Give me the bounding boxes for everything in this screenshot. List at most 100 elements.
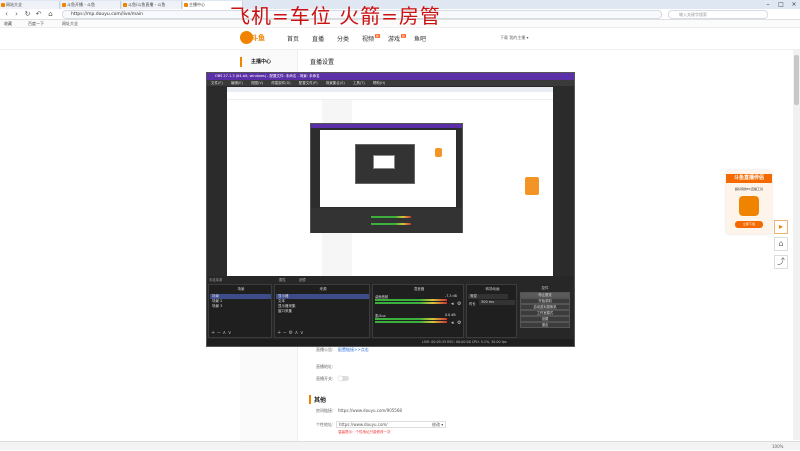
play-icon[interactable]: ▸ xyxy=(774,220,788,234)
room-url[interactable]: https://www.douyu.com/905568 xyxy=(338,408,402,413)
start-recording-button[interactable]: 开始录制 xyxy=(520,298,570,304)
source-item[interactable]: 文本 xyxy=(276,299,369,304)
speaker-icon[interactable]: ◂ xyxy=(451,301,454,307)
source-label: 窗口采集 xyxy=(278,309,292,313)
nested-promo-thumb xyxy=(435,148,442,157)
live-toggle[interactable] xyxy=(338,376,349,381)
page-scrollbar[interactable] xyxy=(793,50,800,440)
douyu-favicon-icon xyxy=(123,3,127,7)
tab-label: 主播中心 xyxy=(189,2,205,7)
nested-docks xyxy=(311,208,462,233)
scene-item[interactable]: 场景 xyxy=(210,294,271,299)
browser-tab[interactable]: 斗鱼/斗鱼直播 - 斗鱼 xyxy=(122,1,182,9)
undo-icon[interactable]: ↶ xyxy=(34,10,43,19)
scene-toolbar[interactable]: + − ∧ ∨ xyxy=(211,330,231,336)
filters-button[interactable]: 滤镜 xyxy=(299,277,306,282)
source-item[interactable]: 显示器采集 xyxy=(276,304,369,309)
obs-menu-item[interactable]: 停靠部件(D) xyxy=(271,81,290,85)
scene-item[interactable]: 场景 2 xyxy=(210,299,271,304)
nested-title-bar xyxy=(311,124,462,128)
sidebar-item-anchor-center[interactable]: 主播中心 xyxy=(240,57,298,67)
settings-button[interactable]: 设置 xyxy=(520,316,570,322)
bookmark-item[interactable]: 百度一下 xyxy=(28,20,44,28)
scroll-thumb[interactable] xyxy=(794,55,799,105)
source-label: 显示器 xyxy=(278,294,289,298)
home-icon[interactable]: ⌂ xyxy=(46,10,55,19)
nested-nested-window xyxy=(355,144,415,184)
transition-select[interactable]: 渐变 xyxy=(468,294,508,299)
gear-icon[interactable]: ⚙ xyxy=(457,320,461,326)
nav-label: 分类 xyxy=(337,36,350,43)
share-icon[interactable]: ⤴ xyxy=(774,255,788,269)
nav-game[interactable]: 游戏热 xyxy=(388,34,407,43)
duration-input[interactable]: 300 ms xyxy=(479,300,515,305)
obs-menu-item[interactable]: 视图(V) xyxy=(251,81,263,85)
forward-icon[interactable]: › xyxy=(12,10,21,19)
promo-card[interactable]: 斗鱼直播伴侣 超好用的PC直播工具 立即下载 xyxy=(726,170,772,234)
browser-status-bar: 100% xyxy=(0,441,800,450)
obs-menu-item[interactable]: 配置文件(P) xyxy=(299,81,318,85)
section-title: 其他 xyxy=(309,395,326,404)
douyu-favicon-icon xyxy=(184,3,188,7)
source-item[interactable]: 显示器 xyxy=(276,294,369,299)
obs-docks: 未选择源 属性 滤镜 场景 场景 场景 2 场景 3 + − ∧ ∨ 来源 显示… xyxy=(207,276,574,346)
form-label: 直播开关: xyxy=(316,376,334,381)
custom-address-input[interactable]: https://www.douyu.com/ xyxy=(336,421,446,428)
back-icon[interactable]: ‹ xyxy=(2,10,11,19)
obs-menu-item[interactable]: 帮助(H) xyxy=(373,81,385,85)
properties-button[interactable]: 属性 xyxy=(279,277,286,282)
user-menu[interactable]: 下载 我的主播 ▾ xyxy=(500,35,529,41)
audio-meter xyxy=(375,299,447,301)
sources-dock: 来源 显示器 文本 显示器采集 窗口采集 + − ⚙ ∧ ∨ xyxy=(274,284,370,338)
browser-tab[interactable]: 斗鱼开播 - 斗鱼 xyxy=(61,1,121,9)
stop-streaming-button[interactable]: 停止推流 xyxy=(520,292,570,298)
form-label: 个性地址: xyxy=(316,422,334,427)
obs-menu-item[interactable]: 编辑(E) xyxy=(231,81,243,85)
maximize-icon[interactable]: □ xyxy=(775,0,787,9)
home-icon[interactable]: ⌂ xyxy=(774,237,788,251)
dock-title: 控件 xyxy=(541,286,549,290)
source-toolbar[interactable]: + − ⚙ ∧ ∨ xyxy=(277,330,304,336)
bookmark-item[interactable]: 网址大全 xyxy=(62,20,78,28)
obs-menu-item[interactable]: 场景集合(S) xyxy=(326,81,345,85)
studio-mode-button[interactable]: 工作室模式 xyxy=(520,310,570,316)
nav-fishbar[interactable]: 鱼吧 xyxy=(414,34,426,43)
obs-menu-item[interactable]: 工具(T) xyxy=(353,81,365,85)
browser-search-input[interactable]: 输入关键字搜索 xyxy=(668,10,768,19)
promo-title: 斗鱼直播伴侣 xyxy=(726,174,772,183)
nested-obs-window xyxy=(310,123,463,233)
site-header: 斗鱼 首页 直播 分类 视频新 游戏热 鱼吧 下载 我的主播 ▾ xyxy=(0,28,800,50)
browser-tab[interactable]: 网站大全 xyxy=(0,1,60,9)
obs-preview[interactable] xyxy=(227,87,553,276)
bookmark-item[interactable]: 收藏 xyxy=(4,20,12,28)
overlay-banner-text: 飞机=车位 火箭=房管 xyxy=(230,4,441,28)
download-button[interactable]: 立即下载 xyxy=(735,221,763,228)
form-label: 直播公告: xyxy=(316,347,334,352)
modify-button[interactable]: 修改 ▾ xyxy=(432,422,443,428)
speaker-icon[interactable]: ◂ xyxy=(451,320,454,326)
exit-button[interactable]: 退出 xyxy=(520,322,570,328)
refresh-icon[interactable]: ↻ xyxy=(23,10,32,19)
site-favicon-icon xyxy=(1,3,5,7)
scene-item[interactable]: 场景 3 xyxy=(210,304,271,309)
nav-label: 直播 xyxy=(312,36,325,43)
source-item[interactable]: 窗口采集 xyxy=(276,309,369,314)
audio-meter xyxy=(375,321,447,323)
promo-subtitle: 超好用的PC直播工具 xyxy=(735,187,763,191)
nested-audio-meter xyxy=(371,223,411,225)
nav-category[interactable]: 分类 xyxy=(337,34,349,43)
nav-live[interactable]: 直播 xyxy=(312,34,324,43)
close-icon[interactable]: × xyxy=(788,0,800,9)
virtual-camera-button[interactable]: 启动虚拟摄像机 xyxy=(520,304,570,310)
gear-icon[interactable]: ⚙ xyxy=(457,301,461,307)
nav-home[interactable]: 首页 xyxy=(287,34,299,43)
nav-video[interactable]: 视频新 xyxy=(362,34,381,43)
obs-menu-item[interactable]: 文件(F) xyxy=(211,81,223,85)
tab-label: 斗鱼/斗鱼直播 - 斗鱼 xyxy=(128,2,166,7)
douyu-logo[interactable]: 斗鱼 xyxy=(240,31,270,45)
config-link[interactable]: 配置链接>>点击 xyxy=(338,347,369,353)
obs-window: OBS 27.1.3 (64-bit, windows) - 配置文件: 未命名… xyxy=(206,72,575,347)
minimize-icon[interactable]: – xyxy=(762,0,774,9)
page-title: 直播设置 xyxy=(310,59,335,66)
duration-label: 时长 xyxy=(469,302,476,306)
